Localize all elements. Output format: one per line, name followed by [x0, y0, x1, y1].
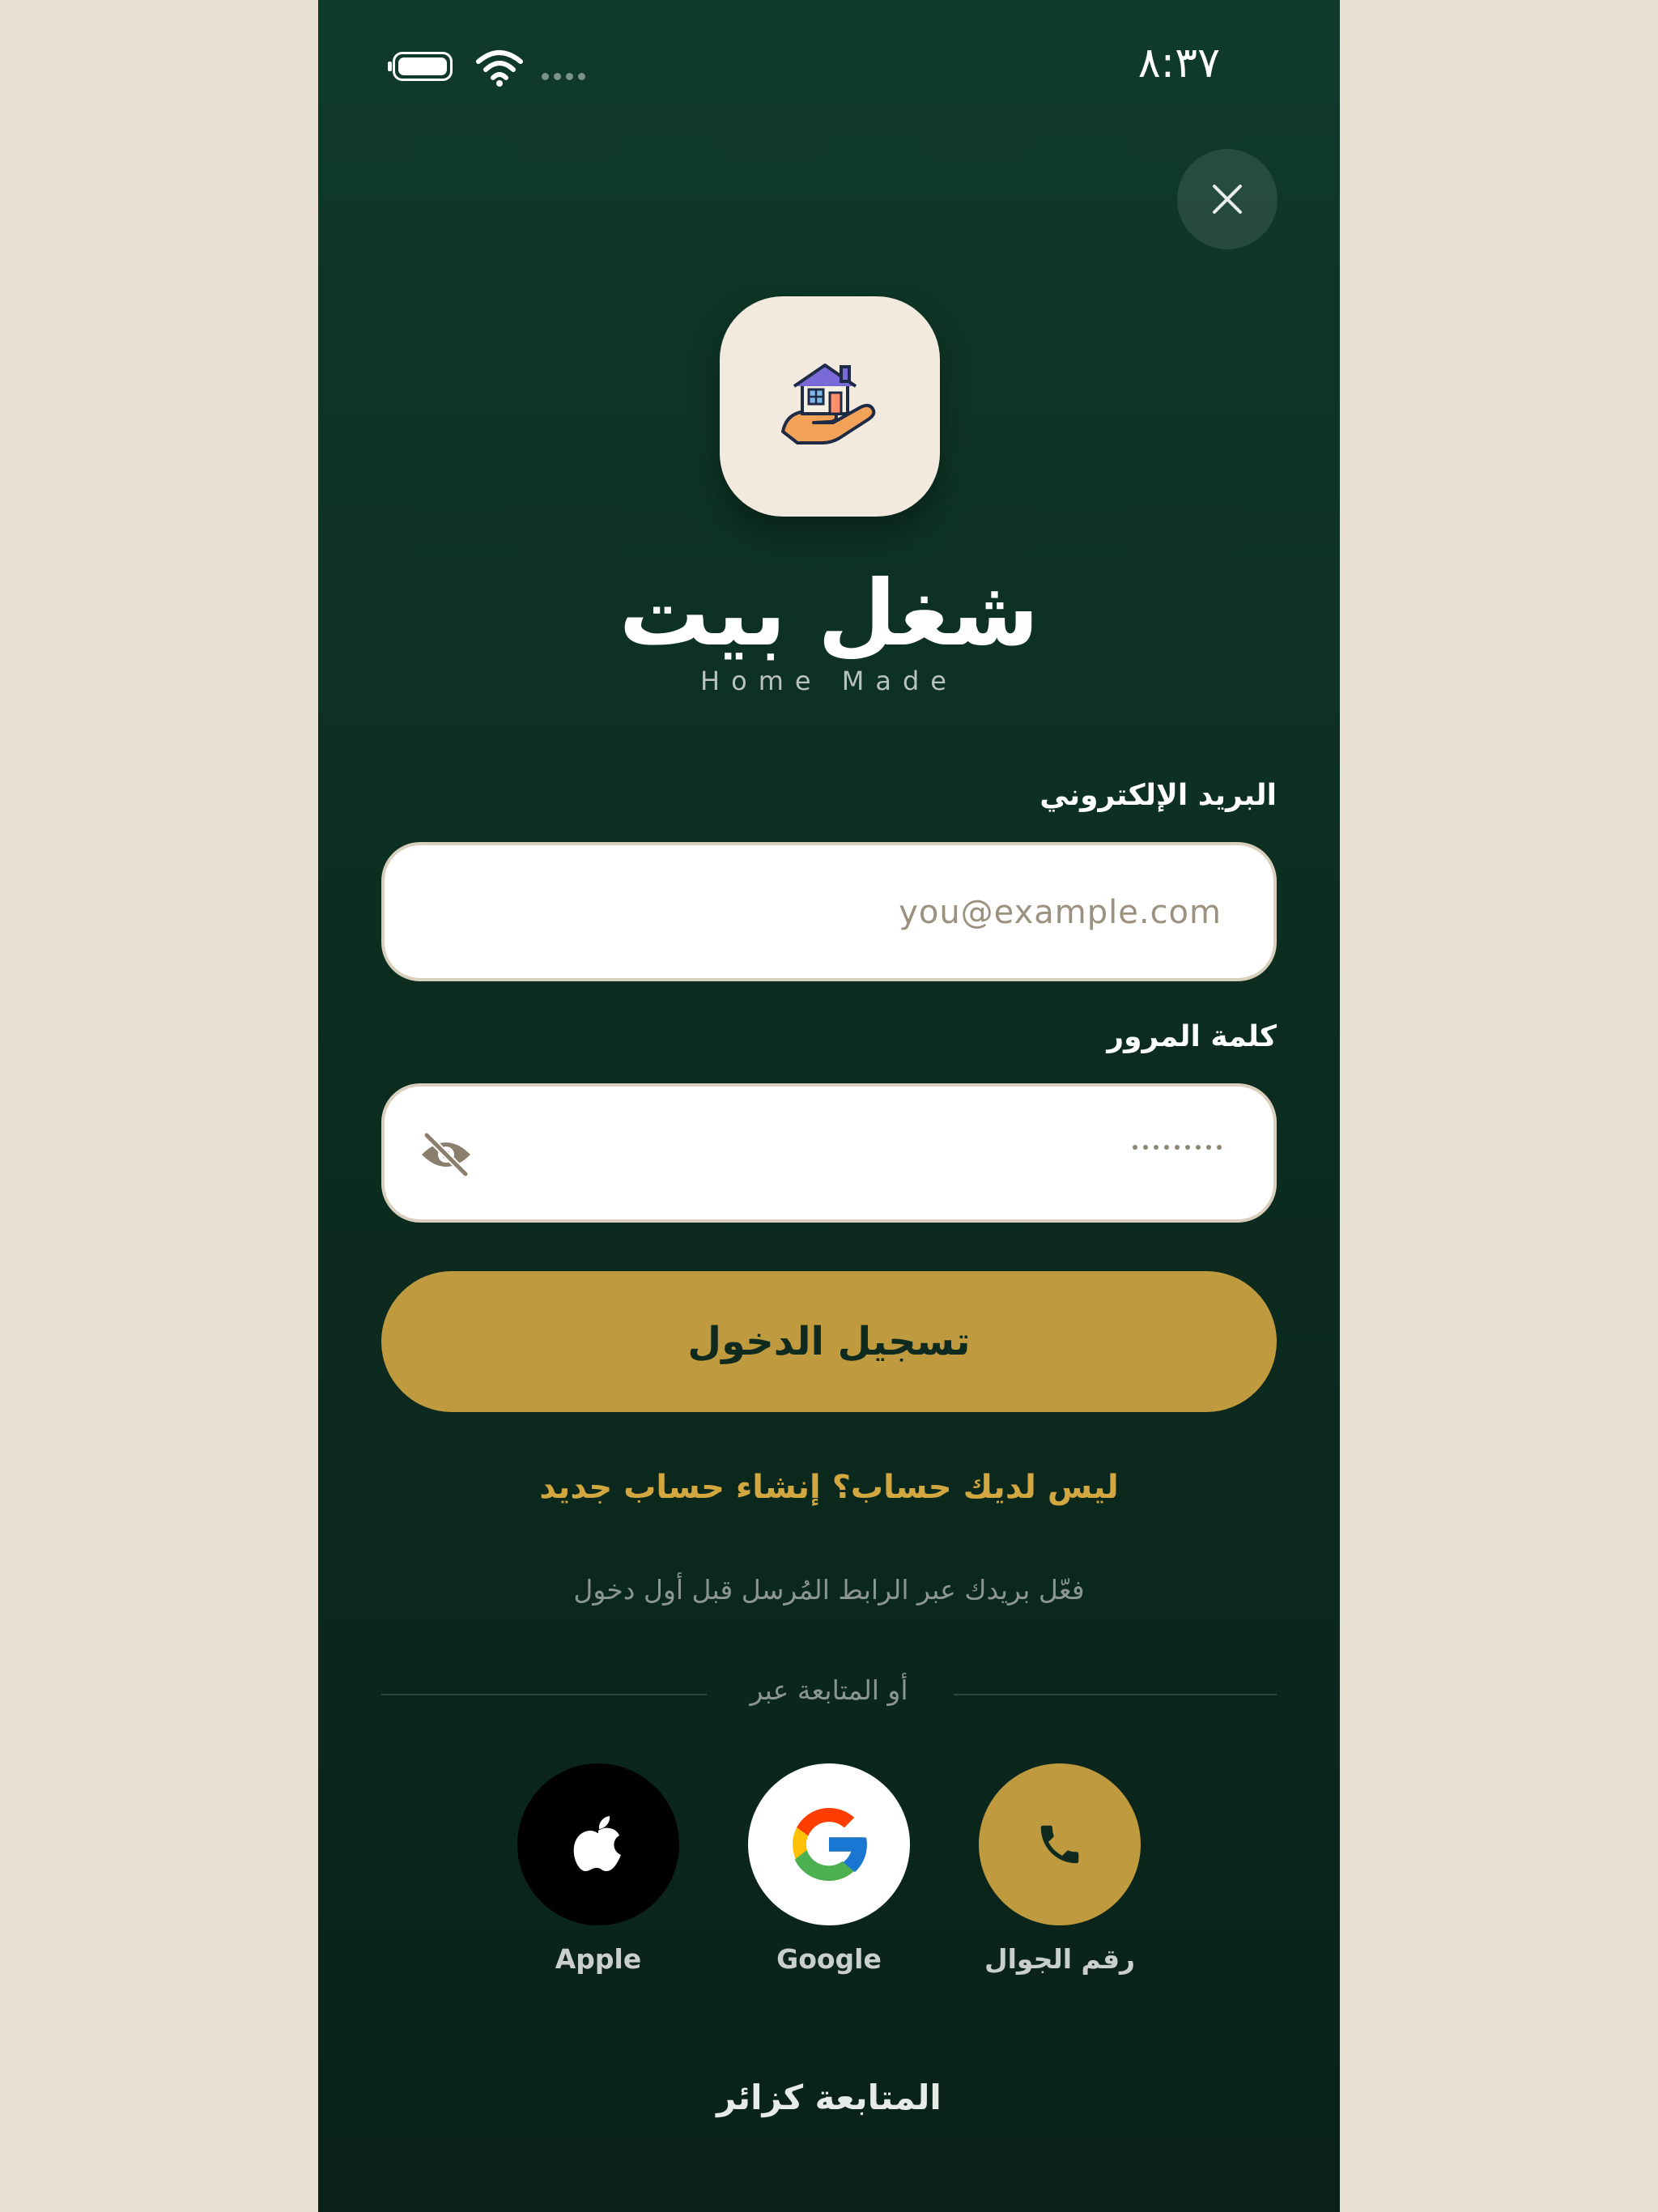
- app-tagline: Home Made: [700, 666, 958, 696]
- google-icon: [793, 1808, 868, 1881]
- house-in-hand-icon: [781, 364, 876, 445]
- apple-label: Apple: [555, 1943, 642, 1975]
- apple-signin-button[interactable]: [517, 1763, 679, 1925]
- close-button[interactable]: [1177, 149, 1278, 249]
- divider-text: أو المتابعة عبر: [750, 1674, 908, 1706]
- google-label: Google: [776, 1943, 882, 1975]
- email-field-container: [381, 842, 1277, 981]
- password-value: [1133, 1145, 1222, 1150]
- eye-off-icon[interactable]: [419, 1129, 474, 1180]
- google-signin-button[interactable]: [748, 1763, 910, 1925]
- email-input[interactable]: [556, 845, 1223, 980]
- phone-icon: [1040, 1825, 1079, 1864]
- apple-icon: [573, 1816, 621, 1871]
- app-name: شغل بيت: [619, 561, 1039, 666]
- wifi-icon: [476, 50, 523, 87]
- password-label: كلمة المرور: [1107, 1020, 1277, 1053]
- login-button[interactable]: تسجيل الدخول: [381, 1271, 1277, 1412]
- status-time: ٨:٣٧: [1137, 39, 1220, 87]
- signal-icon: [542, 73, 585, 80]
- activation-hint: فعّل بريدك عبر الرابط المُرسل قبل أول دخ…: [573, 1574, 1085, 1606]
- continue-as-guest-link[interactable]: المتابعة كزائر: [318, 2078, 1340, 2117]
- close-icon: [1213, 185, 1242, 214]
- phone-signin-button[interactable]: [979, 1763, 1141, 1925]
- battery-icon: [388, 52, 453, 81]
- app-logo: [720, 296, 940, 517]
- password-field[interactable]: ••••••••: [381, 1083, 1277, 1223]
- email-label: البريد الإلكتروني: [1039, 779, 1277, 812]
- signup-link[interactable]: ليس لديك حساب؟ إنشاء حساب جديد: [318, 1469, 1340, 1506]
- phone-label: رقم الجوال: [984, 1943, 1136, 1975]
- phone-screen: ٨:٣٧ شغل بيت Home Made البريد الإلكتروني: [318, 0, 1340, 2212]
